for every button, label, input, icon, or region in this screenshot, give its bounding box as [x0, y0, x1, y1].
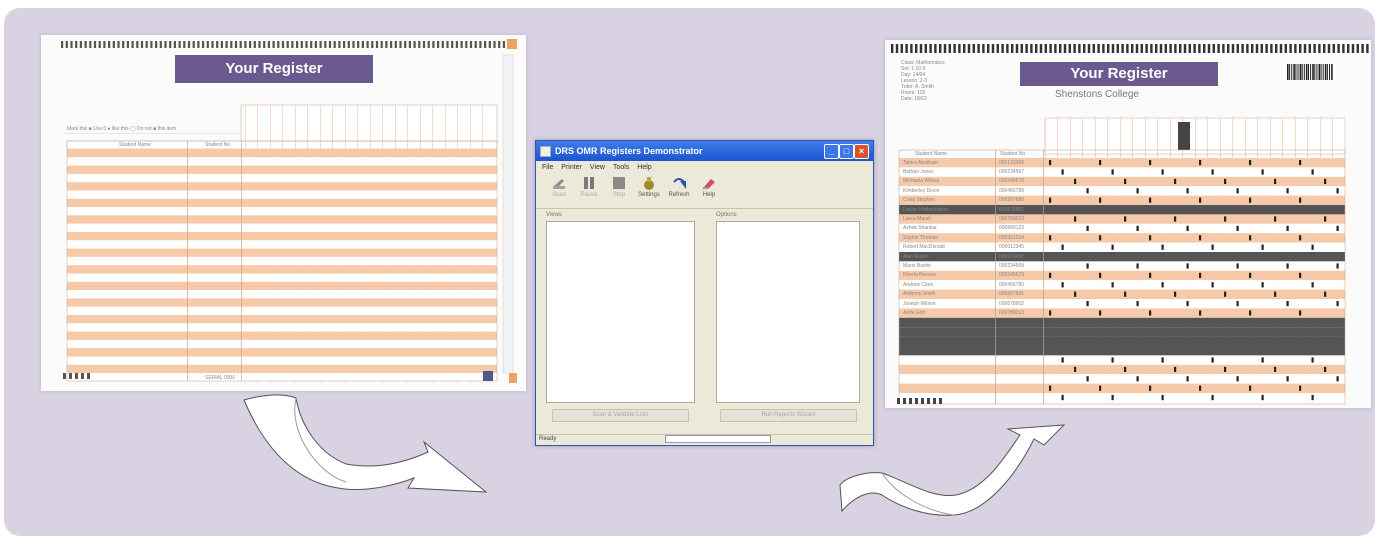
student-number: 000678902 — [999, 300, 1025, 307]
student-name: Anthony Smith — [903, 291, 936, 298]
col-header-student-no-scanned: Student No. — [1000, 151, 1027, 157]
student-number: 000234567 — [999, 168, 1025, 175]
student-number: 000345678 — [999, 178, 1025, 185]
student-name: Craig Stephen — [903, 197, 935, 204]
student-name: Laura Marsh — [903, 215, 932, 222]
student-name: Sophie Thomas — [903, 234, 938, 241]
settings-icon — [644, 177, 654, 190]
toolbar: Scan Pause Stop Settings Refresh Help — [536, 174, 873, 209]
menu-bar: File Printer View Tools Help — [536, 161, 873, 174]
pause-button[interactable]: Pause — [574, 174, 604, 198]
student-number: 000567890 — [999, 197, 1025, 204]
progress-bar — [665, 435, 771, 443]
curved-arrow-icon — [839, 424, 1066, 516]
student-name: Ashok Shankar — [903, 225, 937, 232]
student-name: Rhoda Benson — [903, 272, 937, 279]
student-name: Aoife Goh — [903, 309, 926, 316]
col-header-student-no: Student No. — [205, 142, 232, 148]
meta-block: Class: Mathematics Set: 1 10 8 Day: 14/0… — [901, 60, 1001, 102]
options-list[interactable] — [716, 221, 860, 403]
student-number: 000345679 — [999, 272, 1025, 279]
student-number: 000123457 — [999, 253, 1025, 260]
blank-register-grid — [61, 39, 517, 383]
student-number: 000012345 — [999, 244, 1025, 251]
curved-arrow-icon — [243, 394, 488, 493]
student-name: Marie Bashir — [903, 262, 932, 269]
student-number: 000123456 — [999, 159, 1025, 166]
student-name: Bethan Jones — [903, 168, 934, 175]
student-number: 000789013 — [999, 309, 1025, 316]
help-icon — [703, 179, 715, 189]
minimize-button[interactable]: _ — [824, 144, 839, 159]
scan-button[interactable]: Scan — [544, 174, 574, 198]
menu-tools[interactable]: Tools — [613, 164, 629, 171]
scan-validate-button[interactable]: Scan & Validate Lists — [552, 409, 689, 422]
student-number: 000789012 — [999, 215, 1025, 222]
student-name: Kimberley Dixon — [903, 187, 940, 194]
views-list[interactable] — [546, 221, 695, 403]
status-text: Ready — [539, 436, 557, 442]
menu-view[interactable]: View — [590, 164, 605, 171]
arrow-from-app — [839, 424, 1066, 516]
app-icon — [540, 145, 551, 157]
refresh-icon — [673, 178, 686, 189]
menu-printer[interactable]: Printer — [561, 164, 582, 171]
student-number: 000567891 — [999, 291, 1025, 298]
col-header-student-name: Student Name — [119, 142, 151, 148]
student-number: 000456789 — [999, 187, 1025, 194]
settings-button[interactable]: Settings — [634, 174, 664, 198]
student-name: Robert MacDonald — [903, 244, 945, 251]
menu-file[interactable]: File — [542, 164, 553, 171]
status-bar: Ready — [536, 434, 873, 445]
student-number: 000456780 — [999, 281, 1025, 288]
arrow-to-app — [243, 394, 488, 493]
close-button[interactable]: × — [854, 144, 869, 159]
options-panel-label: Options — [716, 212, 737, 218]
register-title-banner-scanned: Your Register — [1020, 62, 1218, 86]
register-title-banner: Your Register — [175, 55, 373, 83]
pause-icon — [584, 177, 594, 189]
stop-button[interactable]: Stop — [604, 174, 634, 198]
sheet-footer-serial: SERIAL 0000 — [205, 375, 236, 381]
stop-icon — [613, 177, 625, 189]
maximize-button[interactable]: □ — [839, 144, 854, 159]
student-name: Tahiru Abraham — [903, 159, 939, 166]
app-window: DRS OMR Registers Demonstrator _ □ × Fil… — [535, 140, 874, 446]
mark-instructions: Mark this ■ Use 0 ● like this ◯ Do not ■… — [67, 126, 177, 132]
student-name: Andrew Clark — [903, 281, 934, 288]
student-name: Joseph Wilson — [903, 300, 936, 307]
scanner-icon — [553, 179, 565, 189]
window-title: DRS OMR Registers Demonstrator — [555, 146, 703, 156]
menu-help[interactable]: Help — [637, 164, 651, 171]
blank-register-sheet: Your Register Mark this ■ Use 0 ● like t… — [41, 35, 526, 391]
student-number: 000901234 — [999, 234, 1025, 241]
meta-line: Date: 18/02 — [901, 96, 927, 102]
refresh-button[interactable]: Refresh — [664, 174, 694, 198]
col-header-student-name-scanned: Student Name — [915, 151, 947, 157]
help-button[interactable]: Help — [694, 174, 724, 198]
views-panel-label: Views — [546, 212, 562, 218]
student-name: Louise Hetherington — [903, 206, 948, 213]
student-number: 000678901 — [999, 206, 1025, 213]
student-number: 000890123 — [999, 225, 1025, 232]
completed-register-sheet: Your Register Shenstons College Class: M… — [885, 40, 1371, 408]
student-name: Alan Maher — [903, 253, 929, 260]
window-titlebar[interactable]: DRS OMR Registers Demonstrator _ □ × — [536, 141, 873, 161]
student-name: Michaela Wilkes — [903, 178, 940, 185]
student-number: 000234568 — [999, 262, 1025, 269]
college-name: Shenstons College — [1055, 89, 1139, 100]
